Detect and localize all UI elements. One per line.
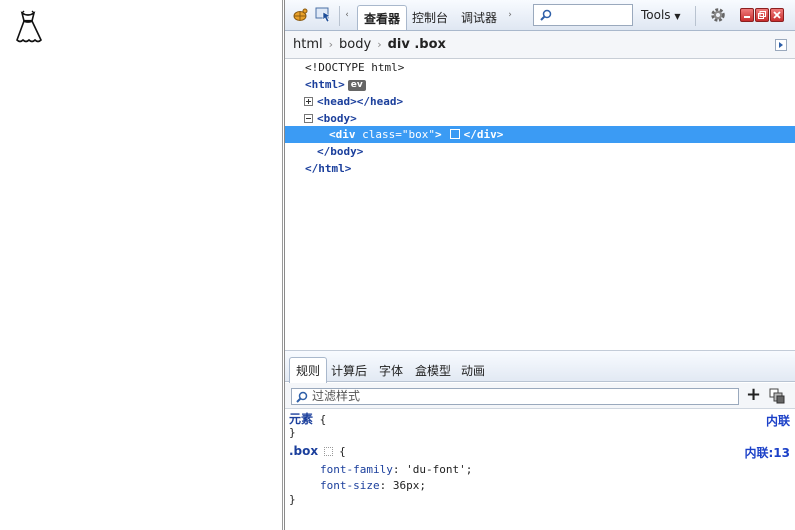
body-close-tag: </body> (317, 145, 364, 158)
devtools-panel: ‹ 查看器 控制台 调试器 › Tools ▼ html › body › di… (284, 0, 795, 530)
declaration-font-family[interactable]: font-family: 'du-font'; (320, 462, 472, 477)
head-close-tag: </head> (356, 95, 404, 108)
property-name[interactable]: font-size (320, 479, 380, 492)
tab-debugger[interactable]: 调试器 (455, 5, 503, 30)
box-rule-header: .box { (289, 444, 346, 459)
filter-placeholder: 过滤样式 (312, 389, 361, 403)
filter-styles-input[interactable]: 过滤样式 (291, 388, 739, 405)
property-value[interactable]: 'du-font' (406, 463, 466, 476)
rule-view-tabs: 规则 计算后 字体 盒模型 动画 (285, 350, 795, 383)
markup-view: <!DOCTYPE html> <html> ev <head></head> <… (285, 59, 795, 350)
tools-label: Tools (641, 8, 671, 22)
firebug-bug-icon[interactable] (289, 5, 311, 25)
element-rule-open-brace: { (313, 413, 327, 426)
box-rule-open-brace: { (339, 445, 346, 458)
element-rule-selector: 元素 (289, 412, 314, 426)
breadcrumb-div-box[interactable]: div .box (388, 37, 446, 52)
expand-toggle-icon[interactable] (304, 97, 313, 106)
box-rule-source-link[interactable]: 内联:13 (745, 444, 791, 461)
dress-glyph-icon (16, 10, 42, 43)
breadcrumb-scroll-right-icon[interactable] (775, 39, 787, 51)
markup-html-close[interactable]: </html> (285, 160, 795, 177)
rules-filter-bar: 过滤样式 + (285, 383, 795, 409)
tabs-scroll-left-icon[interactable]: ‹ (341, 5, 353, 25)
html-open-tag: <html> (305, 78, 345, 91)
markup-doctype[interactable]: <!DOCTYPE html> (285, 59, 795, 76)
tools-menu[interactable]: Tools ▼ (641, 8, 681, 22)
markup-body-close[interactable]: </body> (285, 143, 795, 160)
breadcrumb: html › body › div .box (285, 31, 795, 59)
rendered-page (0, 0, 283, 530)
html-close-tag: </html> (305, 162, 352, 175)
toolbar-separator (339, 6, 340, 26)
add-rule-button[interactable]: + (746, 385, 761, 405)
markup-head-node[interactable]: <head></head> (285, 93, 795, 110)
property-name[interactable]: font-family (320, 463, 393, 476)
pseudo-class-toggle-icon[interactable] (769, 388, 785, 404)
tab-computed[interactable]: 计算后 (325, 357, 373, 383)
breadcrumb-html[interactable]: html (293, 37, 323, 52)
chevron-down-icon: ▼ (674, 12, 681, 21)
doctype-text: <!DOCTYPE html> (305, 61, 405, 74)
div-open-tag-end: > (434, 128, 442, 141)
head-open-tag: <head> (317, 95, 357, 108)
declaration-font-size[interactable]: font-size: 36px; (320, 478, 426, 493)
breadcrumb-body[interactable]: body (339, 37, 371, 52)
markup-body-node[interactable]: <body> (285, 110, 795, 127)
tab-console[interactable]: 控制台 (406, 5, 454, 30)
box-rule-close-brace: } (289, 493, 296, 506)
search-icon (296, 391, 308, 403)
element-rule-close-brace: } (289, 426, 296, 439)
toolbar-separator (695, 6, 696, 26)
tab-box-model[interactable]: 盒模型 (409, 357, 457, 383)
inspect-pointer-icon[interactable] (313, 5, 335, 25)
minimize-icon[interactable] (740, 8, 754, 22)
rules-list: 元素 { 内联 } .box { 内联:13 font-family: 'du-f… (285, 410, 795, 530)
search-input[interactable] (533, 4, 633, 26)
property-value[interactable]: 36px (393, 479, 420, 492)
tab-animations[interactable]: 动画 (455, 357, 491, 383)
devtools-toolbar: ‹ 查看器 控制台 调试器 › Tools ▼ (285, 0, 795, 31)
div-open-tag: <div (329, 128, 356, 141)
tab-fonts[interactable]: 字体 (373, 357, 409, 383)
close-icon[interactable] (770, 8, 784, 22)
detach-window-icon[interactable] (755, 8, 769, 22)
tab-inspector[interactable]: 查看器 (357, 5, 408, 30)
gear-icon[interactable] (707, 5, 729, 25)
event-badge[interactable]: ev (347, 80, 366, 91)
element-rule-source-link[interactable]: 内联 (766, 412, 790, 429)
div-close-tag: </div> (463, 128, 504, 141)
search-icon (540, 9, 552, 21)
tabs-scroll-right-icon[interactable]: › (505, 5, 515, 25)
markup-html-node[interactable]: <html> ev (285, 76, 795, 93)
chevron-right-icon: › (377, 38, 382, 51)
markup-div-box-node[interactable]: <div class="box"> </div> (285, 126, 795, 143)
div-class-attribute: class="box" (355, 128, 435, 141)
selector-highlight-icon[interactable] (324, 447, 334, 456)
content-placeholder-icon (449, 129, 460, 139)
tab-rules[interactable]: 规则 (289, 357, 328, 383)
chevron-right-icon: › (328, 38, 334, 51)
collapse-toggle-icon[interactable] (304, 114, 313, 123)
box-rule-selector[interactable]: .box (289, 444, 318, 458)
body-open-tag: <body> (317, 112, 357, 125)
